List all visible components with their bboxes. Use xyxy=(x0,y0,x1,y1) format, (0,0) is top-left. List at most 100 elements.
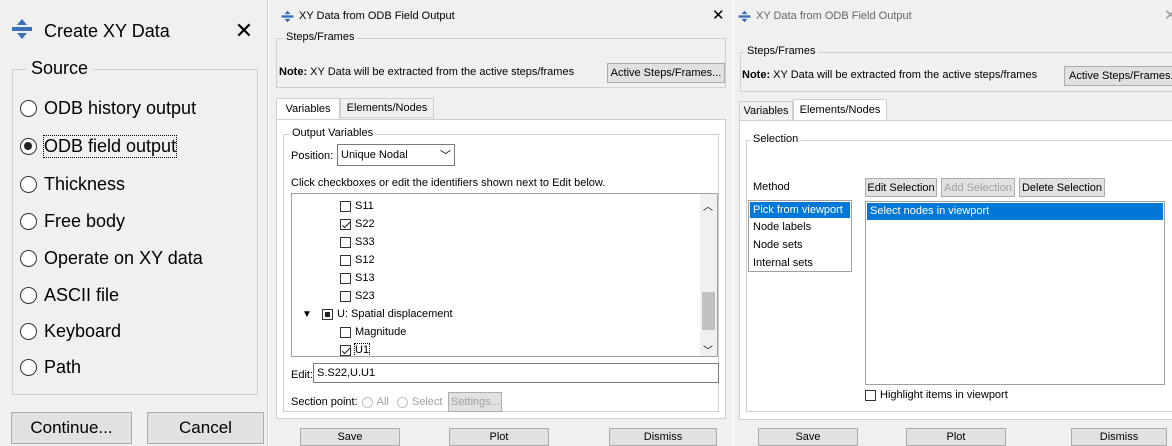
radio-icon xyxy=(20,359,37,376)
tab-variables[interactable]: Variables xyxy=(739,101,793,121)
radio-keyboard[interactable]: Keyboard xyxy=(20,321,121,342)
chevron-up-icon[interactable]: ︿ xyxy=(703,198,713,213)
method-item-internal-sets[interactable]: Internal sets xyxy=(753,257,813,269)
section-point-label: Section point: xyxy=(291,396,358,408)
edit-selection-button[interactable]: Edit Selection xyxy=(865,178,937,197)
edit-input[interactable]: S.S22,U.U1 xyxy=(313,363,719,383)
method-item-pick-from-viewport[interactable]: Pick from viewport xyxy=(750,202,850,218)
radio-thickness[interactable]: Thickness xyxy=(20,174,125,195)
source-group-label: Source xyxy=(26,58,94,79)
variable-item-s11[interactable]: S11 xyxy=(340,200,374,212)
variable-item-u1[interactable]: U1 xyxy=(340,343,371,356)
close-icon[interactable]: ✕ xyxy=(712,8,725,24)
tab-elements-nodes[interactable]: Elements/Nodes xyxy=(793,99,887,121)
active-steps-frames-button[interactable]: Active Steps/Frames... xyxy=(607,63,725,83)
abaqus-app-icon xyxy=(281,10,294,22)
radio-icon xyxy=(20,176,37,193)
field-output-dialog-elements-nodes: XY Data from ODB Field Output ✕ Steps/Fr… xyxy=(734,0,1172,446)
radio-ascii-file[interactable]: ASCII file xyxy=(20,285,119,306)
position-label: Position: xyxy=(291,150,334,162)
radio-label: Operate on XY data xyxy=(44,248,203,268)
checkbox-icon xyxy=(340,290,351,302)
radio-icon xyxy=(20,213,37,230)
delete-selection-button[interactable]: Delete Selection xyxy=(1019,178,1105,197)
position-select[interactable]: Unique Nodal ﹀ xyxy=(337,144,455,166)
variable-label: U1 xyxy=(353,343,371,356)
radio-label: Free body xyxy=(44,211,126,231)
variable-item-s22[interactable]: S22 xyxy=(340,218,375,230)
radio-select-label: Select xyxy=(411,396,443,408)
radio-path[interactable]: Path xyxy=(20,357,81,378)
variable-label: S23 xyxy=(355,290,375,302)
method-label: Method xyxy=(753,181,790,193)
chevron-down-icon[interactable]: ﹀ xyxy=(703,342,713,356)
radio-label: Thickness xyxy=(44,174,126,194)
output-variables-label: Output Variables xyxy=(289,127,377,139)
radio-label: ODB field output xyxy=(42,135,178,158)
field-output-dialog-variables: XY Data from ODB Field Output ✕ Steps/Fr… xyxy=(269,0,733,446)
radio-icon xyxy=(20,287,37,304)
checkbox-checked-icon xyxy=(340,344,351,356)
tab-elements-nodes[interactable]: Elements/Nodes xyxy=(340,98,434,118)
continue-button[interactable]: Continue... xyxy=(11,412,132,444)
method-item-node-labels[interactable]: Node labels xyxy=(753,221,811,233)
dialog-title: Create XY Data xyxy=(44,20,170,41)
variables-tree: S11 S22 S33 S12 S13 S23 ▼ U: Spatial dis… xyxy=(291,193,718,357)
note-label: Note: xyxy=(279,66,308,78)
radio-operate-on-xy-data[interactable]: Operate on XY data xyxy=(20,248,203,269)
abaqus-app-icon xyxy=(11,18,33,45)
radio-icon[interactable] xyxy=(361,396,373,408)
section-point-row: Section point: All Select Settings... xyxy=(291,392,503,412)
variable-label: S11 xyxy=(355,200,374,212)
chevron-down-icon: ﹀ xyxy=(440,150,451,162)
radio-odb-history-output[interactable]: ODB history output xyxy=(20,98,196,119)
note-body: XY Data will be extracted from the activ… xyxy=(310,66,575,78)
create-xy-data-dialog: Create XY Data ✕ Source ODB history outp… xyxy=(0,0,268,446)
radio-label: ODB history output xyxy=(44,98,197,118)
radio-label: Keyboard xyxy=(44,321,122,341)
scrollbar-thumb[interactable] xyxy=(702,292,715,330)
instructions-text: Click checkboxes or edit the identifiers… xyxy=(291,177,606,189)
tree-scrollbar[interactable]: ︿ ﹀ xyxy=(700,194,717,356)
selection-panel-text: Select nodes in viewport xyxy=(867,203,1163,220)
variable-label: Magnitude xyxy=(355,326,407,338)
plot-button[interactable]: Plot xyxy=(906,428,1006,446)
method-list: Pick from viewport Node labels Node sets… xyxy=(748,200,852,272)
save-button[interactable]: Save xyxy=(758,428,858,446)
tab-variables[interactable]: Variables xyxy=(276,98,340,120)
dismiss-button[interactable]: Dismiss xyxy=(609,428,717,446)
dialog-title: XY Data from ODB Field Output xyxy=(756,10,912,22)
variable-item-s23[interactable]: S23 xyxy=(340,290,375,302)
radio-free-body[interactable]: Free body xyxy=(20,211,125,232)
checkbox-icon xyxy=(340,326,351,338)
save-button[interactable]: Save xyxy=(300,428,400,446)
method-item-node-sets[interactable]: Node sets xyxy=(753,239,803,251)
variable-item-s13[interactable]: S13 xyxy=(340,272,375,284)
dialog-title: XY Data from ODB Field Output xyxy=(299,10,455,22)
radio-icon xyxy=(20,250,37,267)
cancel-button[interactable]: Cancel xyxy=(147,412,264,444)
radio-icon[interactable] xyxy=(396,396,408,408)
steps-frames-label: Steps/Frames xyxy=(283,31,358,43)
variable-item-s33[interactable]: S33 xyxy=(340,236,375,248)
settings-button[interactable]: Settings... xyxy=(448,392,503,412)
note-text: Note: XY Data will be extracted from the… xyxy=(279,66,574,78)
add-selection-button[interactable]: Add Selection xyxy=(941,178,1015,197)
plot-button[interactable]: Plot xyxy=(449,428,549,446)
radio-odb-field-output[interactable]: ODB field output xyxy=(20,135,178,158)
variable-group-u[interactable]: ▼ U: Spatial displacement xyxy=(302,308,453,320)
note-text: Note: XY Data will be extracted from the… xyxy=(742,69,1037,81)
checkbox-icon xyxy=(340,236,351,248)
highlight-items-checkbox[interactable]: Highlight items in viewport xyxy=(865,389,1008,401)
active-steps-frames-button[interactable]: Active Steps/Frames... xyxy=(1064,66,1172,86)
checkbox-checked-icon xyxy=(340,218,351,230)
close-icon[interactable]: ✕ xyxy=(232,16,256,46)
highlight-label: Highlight items in viewport xyxy=(880,389,1008,401)
variable-item-s12[interactable]: S12 xyxy=(340,254,375,266)
variable-item-magnitude[interactable]: Magnitude xyxy=(340,326,406,338)
dismiss-button[interactable]: Dismiss xyxy=(1071,428,1167,446)
close-icon[interactable]: ✕ xyxy=(1164,8,1172,24)
dialog-title-bar: Create XY Data xyxy=(11,16,170,46)
radio-icon xyxy=(20,100,37,117)
selection-label: Selection xyxy=(750,133,802,145)
